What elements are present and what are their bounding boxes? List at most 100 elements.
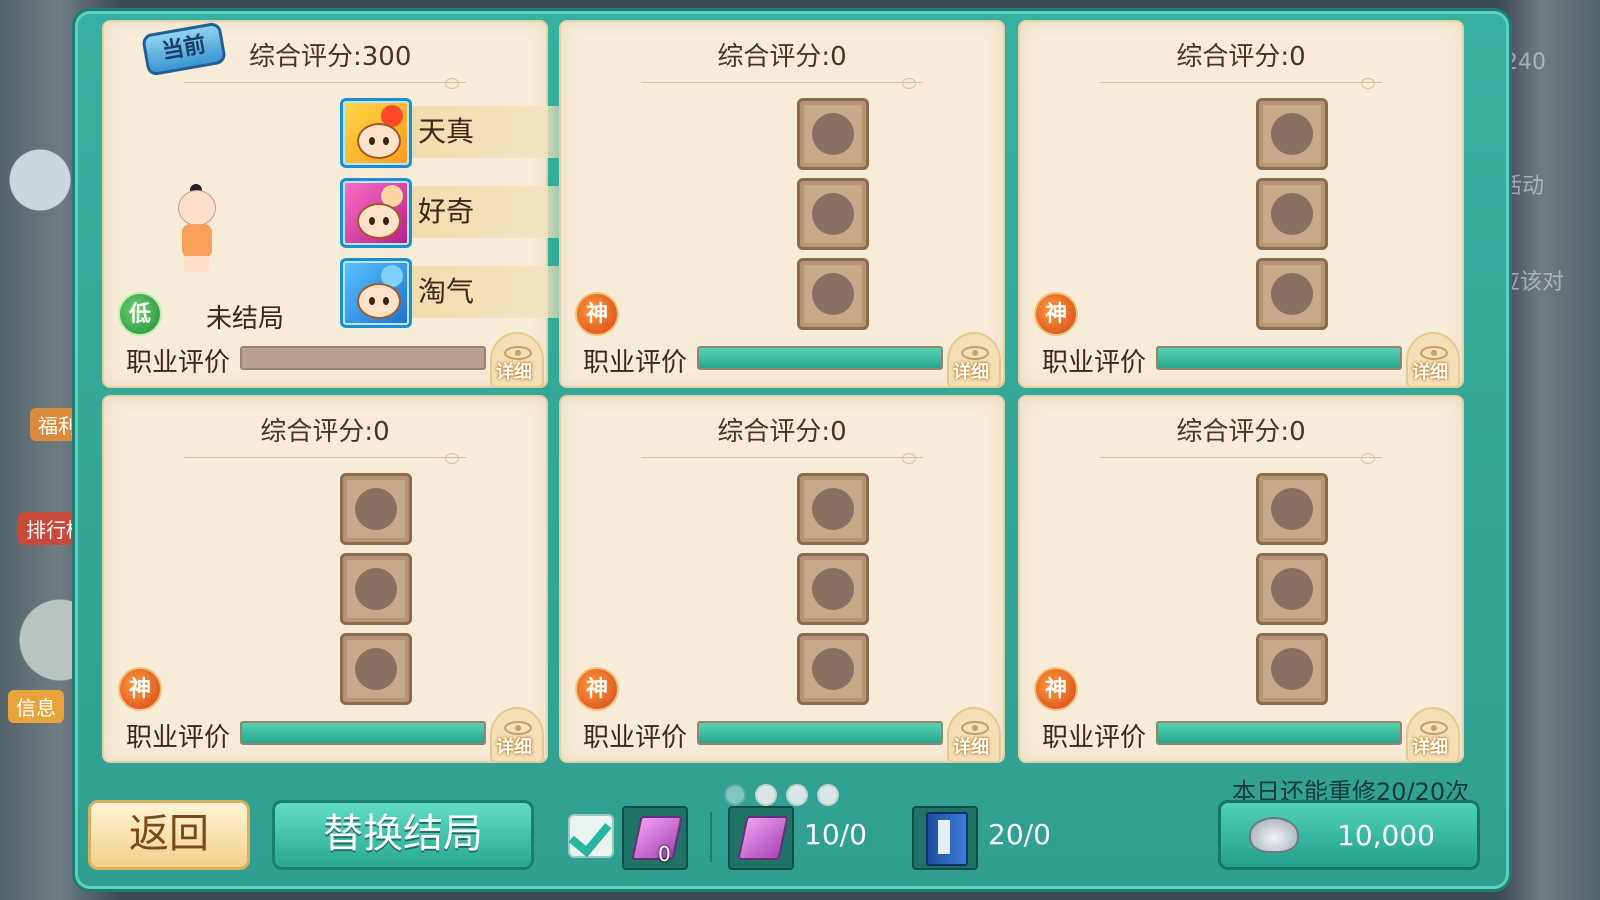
detail-label: 详细 xyxy=(496,362,532,383)
empty-trait-slot[interactable] xyxy=(797,633,869,705)
career-eval-fill xyxy=(242,723,484,743)
detail-label: 详细 xyxy=(1412,737,1448,758)
empty-trait-slot[interactable] xyxy=(340,473,412,545)
detail-button[interactable]: 详细 xyxy=(947,332,1001,388)
page-dot[interactable] xyxy=(817,784,839,806)
detail-label: 详细 xyxy=(1412,362,1448,383)
scroll-item-count: 0 xyxy=(658,842,671,866)
career-eval-bar xyxy=(1156,721,1402,745)
purple-scroll-icon xyxy=(737,816,789,860)
empty-trait-slot[interactable] xyxy=(1256,473,1328,545)
child-character-avatar xyxy=(172,184,222,274)
detail-label: 详细 xyxy=(953,362,989,383)
title-divider xyxy=(184,453,466,464)
score-label: 综合评分:0 xyxy=(1176,417,1306,447)
page-dot[interactable] xyxy=(786,784,808,806)
silver-ingot-icon xyxy=(1249,817,1299,853)
career-eval-label: 职业评价 xyxy=(126,348,231,378)
trait-label: 淘气 xyxy=(418,275,475,308)
empty-trait-slot[interactable] xyxy=(1256,178,1328,250)
ending-card[interactable]: 综合评分:0 神职业评价 详细 xyxy=(559,20,1005,388)
career-eval-fill xyxy=(1158,723,1400,743)
bg-label-info: 信息 xyxy=(8,690,64,723)
trait-slot[interactable] xyxy=(340,258,412,328)
page-dot[interactable] xyxy=(755,784,777,806)
trait-label: 好奇 xyxy=(418,195,475,228)
detail-button[interactable]: 详细 xyxy=(1406,332,1460,388)
scroll-quantity: 10/0 xyxy=(804,818,867,851)
empty-trait-slot[interactable] xyxy=(797,553,869,625)
child-face-icon xyxy=(357,283,401,319)
empty-trait-slot[interactable] xyxy=(797,473,869,545)
empty-trait-slot[interactable] xyxy=(797,98,869,170)
silver-currency-box: 10,000 xyxy=(1218,800,1480,870)
back-button[interactable]: 返回 xyxy=(88,800,250,870)
career-eval-fill xyxy=(1158,348,1400,368)
detail-button[interactable]: 详细 xyxy=(490,332,544,388)
score-label: 综合评分:0 xyxy=(260,417,390,447)
rank-badge-god: 神 xyxy=(1034,292,1078,336)
trait-slot[interactable] xyxy=(340,178,412,248)
book-quantity: 20/0 xyxy=(988,818,1051,851)
title-divider xyxy=(641,453,923,464)
score-label: 综合评分:0 xyxy=(717,42,847,72)
rank-badge-low: 低 xyxy=(118,292,162,336)
empty-trait-slot[interactable] xyxy=(797,178,869,250)
use-item-checkbox[interactable] xyxy=(568,814,614,858)
career-eval-bar xyxy=(697,721,943,745)
detail-button[interactable]: 详细 xyxy=(490,707,544,763)
scroll-resource-slot xyxy=(728,806,794,870)
detail-button[interactable]: 详细 xyxy=(1406,707,1460,763)
career-eval-bar xyxy=(697,346,943,370)
score-label: 综合评分:0 xyxy=(717,417,847,447)
title-divider xyxy=(1100,453,1382,464)
book-resource-slot xyxy=(912,806,978,870)
child-face-icon xyxy=(357,203,401,239)
career-eval-fill xyxy=(699,348,941,368)
career-eval-fill xyxy=(699,723,941,743)
empty-trait-slot[interactable] xyxy=(340,553,412,625)
current-badge: 当前 xyxy=(140,21,228,77)
ending-card[interactable]: 综合评分:0 神职业评价 详细 xyxy=(1018,395,1464,763)
career-eval-bar xyxy=(240,721,486,745)
silver-amount: 10,000 xyxy=(1337,819,1435,852)
score-label: 综合评分:300 xyxy=(249,42,412,72)
detail-button[interactable]: 详细 xyxy=(947,707,1001,763)
bottom-separator xyxy=(710,812,712,862)
purple-scroll-icon xyxy=(631,816,683,860)
ending-card[interactable]: 综合评分:0 神职业评价 详细 xyxy=(102,395,548,763)
ending-status: 未结局 xyxy=(206,304,285,334)
empty-trait-slot[interactable] xyxy=(1256,98,1328,170)
page-dot[interactable] xyxy=(724,784,746,806)
career-eval-label: 职业评价 xyxy=(583,348,688,378)
trait-slot[interactable] xyxy=(340,98,412,168)
career-eval-label: 职业评价 xyxy=(583,723,688,753)
career-eval-label: 职业评价 xyxy=(1042,348,1147,378)
rank-badge-god: 神 xyxy=(1034,667,1078,711)
detail-label: 详细 xyxy=(496,737,532,758)
career-eval-label: 职业评价 xyxy=(126,723,231,753)
title-divider xyxy=(184,78,466,89)
ending-card[interactable]: 综合评分:0 神职业评价 详细 xyxy=(1018,20,1464,388)
empty-trait-slot[interactable] xyxy=(1256,553,1328,625)
rank-badge-god: 神 xyxy=(575,292,619,336)
empty-trait-slot[interactable] xyxy=(797,258,869,330)
ending-card[interactable]: 综合评分:0 神职业评价 详细 xyxy=(559,395,1005,763)
blue-book-icon xyxy=(926,812,968,866)
child-face-icon xyxy=(357,123,401,159)
detail-label: 详细 xyxy=(953,737,989,758)
rank-badge-god: 神 xyxy=(575,667,619,711)
replace-ending-button[interactable]: 替换结局 xyxy=(272,800,534,870)
empty-trait-slot[interactable] xyxy=(1256,258,1328,330)
empty-trait-slot[interactable] xyxy=(340,633,412,705)
rank-badge-god: 神 xyxy=(118,667,162,711)
score-label: 综合评分:0 xyxy=(1176,42,1306,72)
empty-trait-slot[interactable] xyxy=(1256,633,1328,705)
career-eval-bar xyxy=(240,346,486,370)
title-divider xyxy=(641,78,923,89)
scroll-item-slot[interactable]: 0 xyxy=(622,806,688,870)
trait-label: 天真 xyxy=(418,115,475,148)
career-eval-bar xyxy=(1156,346,1402,370)
title-divider xyxy=(1100,78,1382,89)
ending-card[interactable]: 当前 综合评分:300 天真 好奇 淘气 低 未结局 职业评价 详细 xyxy=(102,20,590,388)
